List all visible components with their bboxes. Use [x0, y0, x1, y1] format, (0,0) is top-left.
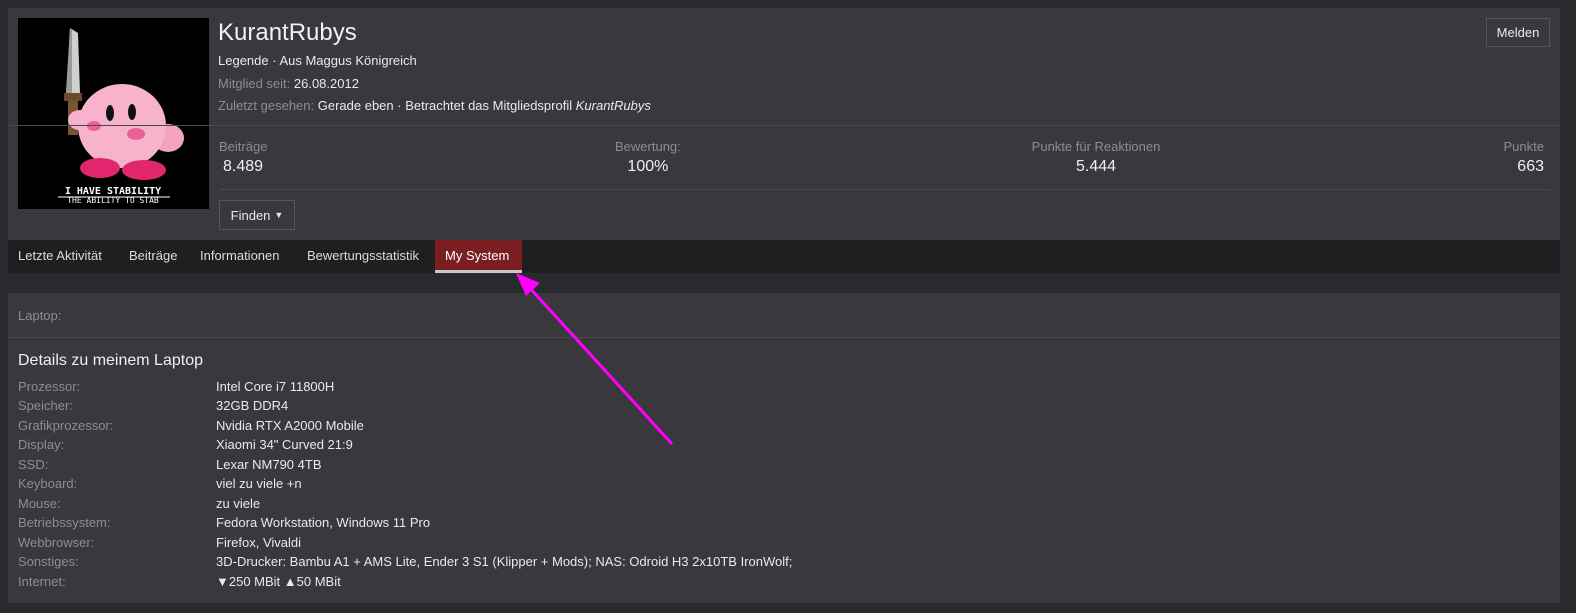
spec-value: Xiaomi 34" Curved 21:9 — [216, 437, 353, 452]
stat-label: Beiträge — [219, 139, 268, 154]
laptop-label: Laptop: — [18, 308, 62, 323]
divider — [219, 189, 1550, 190]
tab-rating-statistics[interactable]: Bewertungsstatistik — [297, 240, 429, 273]
stat-label: Punkte für Reaktionen — [1031, 139, 1161, 154]
username: KurantRubys — [218, 19, 357, 46]
stat-posts[interactable]: Beiträge 8.489 — [219, 139, 267, 176]
spec-key: SSD: — [18, 457, 49, 472]
last-seen-value: Gerade eben · Betrachtet das Mitgliedspr… — [317, 98, 573, 113]
profile-tabs: Letzte Aktivität Beiträge Informationen … — [8, 240, 1560, 273]
stat-points[interactable]: Punkte 663 — [1504, 139, 1544, 176]
find-button-label: Finden — [230, 207, 271, 223]
avatar-caption: I HAVE STABILITY — [65, 186, 161, 197]
spec-value: Lexar NM790 4TB — [216, 457, 322, 472]
user-title: Legende · Aus Maggus Königreich — [218, 53, 417, 68]
report-button[interactable]: Melden — [1486, 18, 1550, 47]
member-since-value: 26.08.2012 — [293, 76, 359, 91]
member-since: Mitglied seit: 26.08.2012 — [218, 76, 359, 91]
details-title: Details zu meinem Laptop — [18, 352, 203, 369]
tab-posts[interactable]: Beiträge — [119, 240, 187, 273]
last-seen-target-link[interactable]: KurantRubys — [576, 98, 651, 113]
last-seen: Zuletzt gesehen: Gerade eben · Betrachte… — [218, 98, 651, 113]
divider — [8, 337, 1560, 338]
tab-latest-activity[interactable]: Letzte Aktivität — [8, 240, 112, 273]
spec-key: Display: — [18, 437, 65, 452]
spec-value: 3D-Drucker: Bambu A1 + AMS Lite, Ender 3… — [216, 554, 793, 569]
stat-label: Punkte — [1503, 139, 1544, 154]
member-since-label: Mitglied seit: — [218, 76, 291, 91]
spec-key: Speicher: — [18, 398, 73, 413]
stat-value: 5.444 — [1075, 158, 1117, 175]
spec-value: 32GB DDR4 — [216, 398, 289, 413]
spec-value: viel zu viele +n — [216, 476, 302, 491]
spec-value: Firefox, Vivaldi — [216, 535, 302, 550]
caret-down-icon: ▼ — [274, 210, 284, 220]
spec-value: Nvidia RTX A2000 Mobile — [216, 418, 364, 433]
tab-information[interactable]: Informationen — [190, 240, 290, 273]
divider — [8, 125, 1560, 126]
profile-card: THE ABILITY TO STAB I HAVE STABILITY Kur… — [8, 8, 1560, 240]
stat-value: 8.489 — [223, 158, 264, 175]
spec-value: Intel Core i7 11800H — [216, 379, 335, 394]
spec-key: Keyboard: — [18, 476, 78, 491]
spec-value: zu viele — [216, 496, 261, 511]
spec-key: Webbrowser: — [18, 535, 95, 550]
spec-key: Sonstiges: — [18, 554, 79, 569]
stat-rating: Bewertung: 100% — [615, 139, 681, 176]
spec-key: Prozessor: — [18, 379, 81, 394]
tab-my-system[interactable]: My System — [435, 240, 522, 273]
stat-value: 663 — [1517, 158, 1544, 175]
spec-key: Mouse: — [18, 496, 61, 511]
avatar[interactable]: THE ABILITY TO STAB I HAVE STABILITY — [18, 18, 209, 209]
stat-reaction-points: Punkte für Reaktionen 5.444 — [1030, 139, 1162, 176]
find-button[interactable]: Finden ▼ — [219, 200, 295, 230]
spec-key: Internet: — [18, 574, 66, 589]
stat-label: Bewertung: — [615, 139, 681, 154]
stat-value: 100% — [627, 158, 669, 175]
last-seen-label: Zuletzt gesehen: — [218, 98, 315, 113]
spec-key: Betriebssystem: — [18, 515, 111, 530]
spec-value: Fedora Workstation, Windows 11 Pro — [216, 515, 431, 530]
spec-key: Grafikprozessor: — [18, 418, 114, 433]
my-system-panel: Laptop: Details zu meinem Laptop Prozess… — [8, 293, 1560, 603]
spec-value: ▼250 MBit ▲50 MBit — [216, 574, 341, 589]
